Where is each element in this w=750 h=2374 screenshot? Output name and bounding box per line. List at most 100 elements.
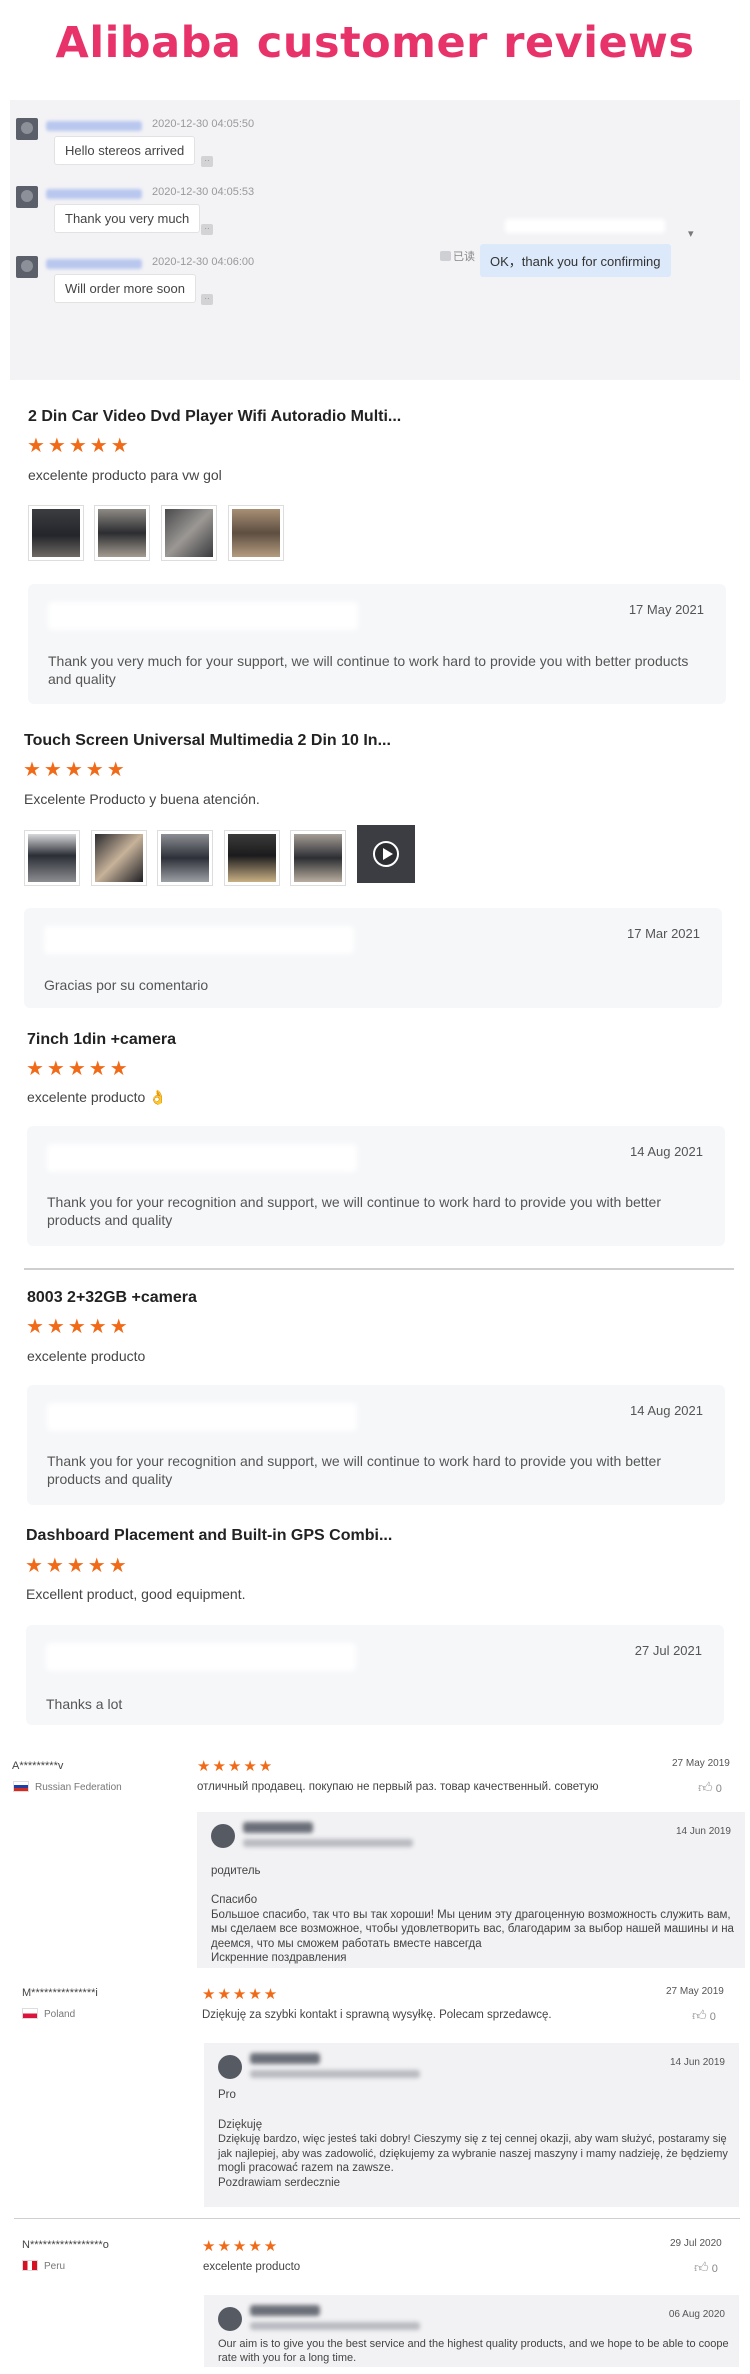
play-icon[interactable] [373,841,399,867]
reply-date: 17 Mar 2021 [627,926,700,941]
reply-line: Dziękuję [218,2119,263,2131]
like-button[interactable]: 👍︎ 0 [698,1779,722,1796]
review-photo[interactable] [28,505,84,561]
review-text: excelente producto [203,2261,301,2273]
read-icon [440,251,451,261]
like-button[interactable]: 👍︎ 0 [692,2007,716,2024]
reply-text: Thank you for your recognition and suppo… [47,1453,661,1487]
seller-name [243,1822,313,1833]
seller-name [48,602,358,630]
reviewer-name: M***************i [22,1987,98,1999]
review-text: Excellent product, good equipment. [26,1586,246,1602]
seller-company [243,1839,413,1847]
divider [24,1268,734,1270]
reply-line: Pozdrawiam serdecznie [218,2177,341,2189]
seller-reply: 14 Jun 2019 Pro Dziękuję Dziękuję bardzo… [204,2043,739,2207]
page-title: Alibaba customer reviews [55,18,695,68]
seller-name [47,1144,357,1172]
chat-bubble: Will order more soon [54,274,196,303]
review-date: 29 Jul 2020 [670,2238,722,2249]
reply-date: 14 Aug 2021 [629,1403,703,1418]
review-text: Excelente Producto y buena atención. [24,791,260,807]
review-text: excelente producto 👌 [27,1089,167,1105]
reply-line: мы сделаем все возможное, чтобы удовлетв… [211,1923,734,1935]
avatar [218,2055,242,2079]
reply-line: Pro [218,2089,236,2101]
review-text: excelente producto [27,1348,146,1364]
reply-date: 14 Aug 2021 [629,1144,703,1159]
review-product-title[interactable]: 8003 2+32GB +camera [27,1289,197,1307]
reply-line: Спасибо [211,1894,258,1906]
reply-line: mogli pracować razem na zawsze. [218,2162,394,2174]
rating-stars: ★★★★★ [27,435,132,457]
rating-stars: ★★★★★ [26,1316,131,1338]
seller-reply: 27 Jul 2021 Thanks a lot [26,1625,724,1725]
review-date: 27 May 2019 [672,1758,730,1769]
reply-line: Our aim is to give you the best service … [218,2338,729,2350]
rating-stars: ★★★★★ [197,1758,275,1775]
rating-stars: ★★★★★ [202,2238,280,2255]
review-text: excelente producto para vw gol [28,467,222,483]
reply-line: jak najlepiej, aby was zadowolić, dzięku… [218,2148,728,2160]
chat-bubble-self: OK，thank you for confirming [480,244,671,277]
review-product-title[interactable]: Dashboard Placement and Built-in GPS Com… [26,1527,392,1545]
seller-name [250,2053,320,2064]
reviewer-country: Russian Federation [13,1781,122,1793]
seller-reply: 17 Mar 2021 Gracias por su comentario [24,908,722,1008]
seller-reply: 06 Aug 2020 Our aim is to give you the b… [204,2295,739,2367]
seller-company [250,2070,420,2078]
reviewer-name: N*****************o [22,2239,109,2251]
read-icon: ·· [201,294,213,305]
like-button[interactable]: 👍︎ 0 [694,2259,718,2276]
review-text: Dziękuję za szybki kontakt i sprawną wys… [202,2009,552,2021]
chat-sender-name [46,189,142,199]
review-product-title[interactable]: Touch Screen Universal Multimedia 2 Din … [24,732,391,750]
review-photo[interactable] [161,505,217,561]
read-status: 已读 [440,248,475,264]
seller-name [46,1643,356,1671]
seller-reply: 14 Aug 2021 Thank you for your recogniti… [27,1126,725,1246]
chevron-down-icon[interactable]: ▾ [688,227,694,240]
reviewer-country: Poland [22,2008,75,2020]
review-date: 27 May 2019 [666,1986,724,1997]
review-photo[interactable] [290,830,346,886]
reply-text: Thank you for your recognition and suppo… [47,1194,661,1228]
chat-time: 2020-12-30 04:06:00 [152,256,255,268]
seller-reply: 14 Aug 2021 Thank you for your recogniti… [27,1385,725,1505]
reply-date: 14 Jun 2019 [675,1826,731,1837]
review-product-title[interactable]: 2 Din Car Video Dvd Player Wifi Autoradi… [28,408,401,426]
rating-stars: ★★★★★ [23,759,128,781]
review-video[interactable] [357,825,415,883]
reply-line: Dziękuję bardzo, więc jesteś taki dobry!… [218,2133,727,2145]
review-photo[interactable] [224,830,280,886]
chat-bubble: Thank you very much [54,204,201,233]
reply-text: Gracias por su comentario [44,977,209,993]
seller-name [44,926,354,954]
review-photo[interactable] [228,505,284,561]
read-icon: ·· [201,156,213,167]
review-photo[interactable] [24,830,80,886]
thumbs-up-icon[interactable]: 👍︎ [694,2259,709,2275]
reply-line: деемся, что мы сможем работать вместе на… [211,1938,482,1950]
reply-date: 14 Jun 2019 [669,2057,725,2068]
rating-stars: ★★★★★ [202,1986,280,2003]
review-photo[interactable] [94,505,150,561]
reply-line: родитель [211,1865,261,1877]
thumbs-up-icon[interactable]: 👍︎ [698,1779,713,1795]
chat-sender-name [46,259,142,269]
reply-line: Искренние поздравления [211,1952,347,1964]
avatar [16,256,38,278]
chat-time: 2020-12-30 04:05:53 [152,186,255,198]
avatar [211,1824,235,1848]
review-photo[interactable] [157,830,213,886]
chat-panel: 2020-12-30 04:05:50 Hello stereos arrive… [10,100,740,380]
read-icon: ·· [201,224,213,235]
review-photo[interactable] [91,830,147,886]
divider [14,2218,740,2219]
seller-name [250,2305,320,2316]
thumbs-up-icon[interactable]: 👍︎ [692,2007,707,2023]
reply-date: 27 Jul 2021 [634,1643,702,1658]
chat-time: 2020-12-30 04:05:50 [152,118,255,130]
chat-self-name [505,219,665,233]
review-product-title[interactable]: 7inch 1din +camera [27,1031,176,1049]
